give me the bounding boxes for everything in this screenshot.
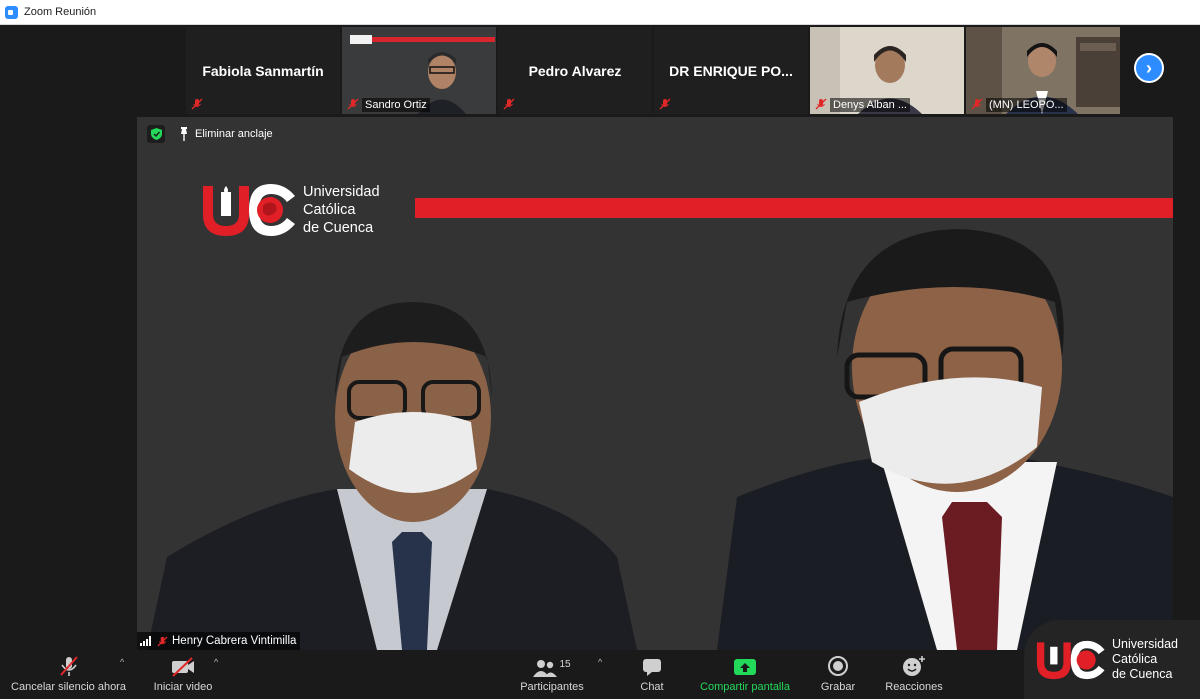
mic-muted-icon	[659, 98, 671, 110]
mic-muted-icon	[191, 98, 203, 110]
university-logo-mark	[203, 184, 295, 236]
participant-name: Denys Alban ...	[830, 98, 910, 112]
participant-thumbnail-strip: Fabiola Sanmartín Sandro Ortiz Pedro Alv…	[186, 27, 1120, 114]
share-screen-icon	[734, 659, 756, 675]
participant-name: Sandro Ortiz	[362, 98, 430, 112]
reactions-button[interactable]: Reacciones	[881, 651, 947, 699]
video-options-caret-icon[interactable]: ^	[214, 657, 218, 667]
connection-signal-icon	[140, 636, 153, 646]
unmute-button[interactable]: Cancelar silencio ahora	[6, 651, 131, 699]
participant-tile[interactable]: Denys Alban ...	[810, 27, 964, 114]
university-logo: Universidad Católica de Cuenca	[199, 182, 380, 238]
unpin-label: Eliminar anclaje	[195, 128, 273, 140]
video-top-controls: Eliminar anclaje	[147, 125, 273, 143]
microphone-muted-icon	[59, 656, 78, 676]
window-title-bar: Zoom Reunión	[0, 0, 1200, 25]
record-button[interactable]: Grabar	[815, 651, 861, 699]
participants-label: Participantes	[520, 681, 584, 693]
chat-label: Chat	[640, 681, 664, 693]
participant-name: DR ENRIQUE PO...	[669, 63, 793, 79]
mic-muted-icon	[503, 98, 515, 110]
speaker-name-label: Henry Cabrera Vintimilla	[137, 632, 301, 650]
video-off-icon	[172, 657, 194, 677]
participants-options-caret-icon[interactable]: ^	[598, 657, 602, 667]
participant-name: Fabiola Sanmartín	[202, 63, 324, 79]
brand-red-band	[415, 198, 1173, 218]
participant-tile[interactable]: Sandro Ortiz	[342, 27, 496, 114]
share-screen-label: Compartir pantalla	[700, 681, 790, 693]
start-video-label: Iniciar video	[153, 681, 213, 693]
security-shield-icon[interactable]	[147, 125, 165, 143]
active-speaker-video[interactable]: Eliminar anclaje Universidad Católica de…	[137, 117, 1173, 650]
next-page-button[interactable]: ›	[1134, 53, 1164, 83]
participants-icon	[533, 660, 558, 677]
smiley-icon	[903, 656, 925, 676]
mic-muted-icon	[347, 98, 359, 110]
participants-button[interactable]: 15 Participantes	[515, 651, 589, 699]
chevron-right-icon: ›	[1146, 57, 1152, 78]
record-icon	[828, 656, 848, 676]
meeting-stage: Fabiola Sanmartín Sandro Ortiz Pedro Alv…	[0, 25, 1200, 651]
share-screen-button[interactable]: Compartir pantalla	[694, 651, 796, 699]
meeting-toolbar: Cancelar silencio ahora ^ Iniciar video …	[0, 651, 1200, 699]
university-watermark-logo: Universidad Católica de Cuenca	[1024, 620, 1200, 699]
mic-muted-icon	[815, 98, 827, 110]
chat-button[interactable]: Chat	[632, 651, 672, 699]
participant-name: Pedro Alvarez	[528, 63, 622, 79]
unmute-label: Cancelar silencio ahora	[11, 681, 126, 693]
participant-tile[interactable]: (MN) LEOPO...	[966, 27, 1120, 114]
university-logo-mark	[1036, 640, 1105, 679]
participant-tile[interactable]: Pedro Alvarez	[498, 27, 652, 114]
zoom-app-icon	[5, 5, 18, 19]
university-name: Universidad Católica de Cuenca	[303, 184, 380, 236]
mic-muted-icon	[157, 635, 168, 647]
participant-tile[interactable]: DR ENRIQUE PO...	[654, 27, 808, 114]
participants-count: 15	[559, 659, 571, 670]
audio-options-caret-icon[interactable]: ^	[120, 657, 124, 667]
mic-muted-icon	[971, 98, 983, 110]
university-name: Universidad Católica de Cuenca	[1112, 637, 1179, 681]
chat-icon	[643, 659, 661, 676]
speaker-name: Henry Cabrera Vintimilla	[172, 635, 297, 647]
participant-name: (MN) LEOPO...	[986, 98, 1067, 112]
start-video-button[interactable]: Iniciar video	[148, 651, 218, 699]
participant-tile[interactable]: Fabiola Sanmartín	[186, 27, 340, 114]
unpin-button[interactable]: Eliminar anclaje	[179, 127, 273, 141]
pin-icon	[181, 127, 187, 141]
reactions-label: Reacciones	[885, 681, 943, 693]
record-label: Grabar	[820, 681, 856, 693]
window-title: Zoom Reunión	[24, 6, 97, 18]
